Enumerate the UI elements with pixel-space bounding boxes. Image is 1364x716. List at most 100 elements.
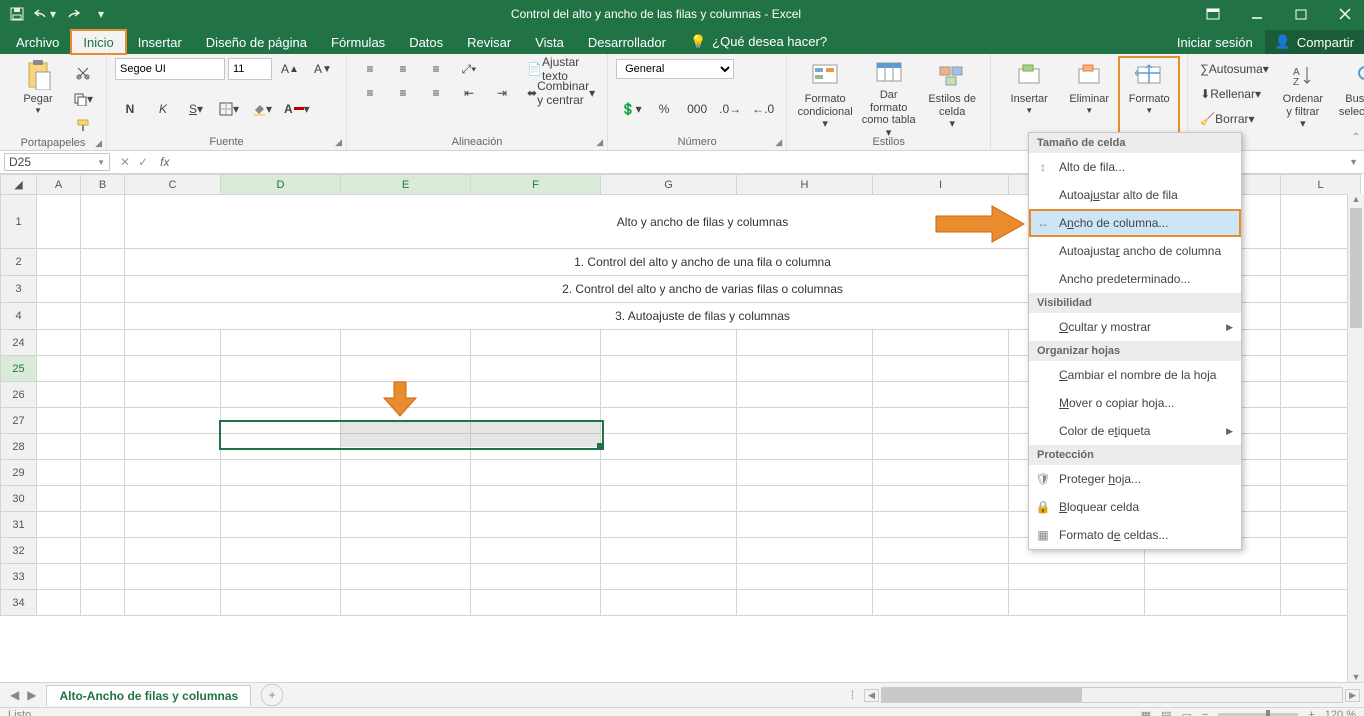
alignment-dialog-launcher[interactable]: ◢ xyxy=(596,137,603,148)
cell[interactable] xyxy=(471,512,601,538)
cell[interactable] xyxy=(341,486,471,512)
cell[interactable] xyxy=(601,434,737,460)
row-header[interactable]: 27 xyxy=(1,408,37,434)
cell[interactable] xyxy=(1145,590,1281,616)
delete-cells-button[interactable]: Eliminar▼ xyxy=(1059,57,1119,133)
cell[interactable] xyxy=(125,330,221,356)
cell[interactable] xyxy=(341,538,471,564)
cell[interactable] xyxy=(601,356,737,382)
zoom-in-button[interactable]: + xyxy=(1308,709,1314,716)
row-header[interactable]: 3 xyxy=(1,276,37,303)
insert-cells-button[interactable]: Insertar▼ xyxy=(999,57,1059,133)
new-sheet-button[interactable]: + xyxy=(261,684,283,706)
cell[interactable] xyxy=(341,564,471,590)
cell[interactable] xyxy=(125,382,221,408)
cell[interactable] xyxy=(471,564,601,590)
cell[interactable] xyxy=(471,382,601,408)
cell[interactable] xyxy=(873,434,1009,460)
cell[interactable] xyxy=(601,564,737,590)
sign-in[interactable]: Iniciar sesión xyxy=(1165,30,1265,54)
view-normal-button[interactable]: ▦ xyxy=(1141,709,1151,716)
cell[interactable] xyxy=(873,408,1009,434)
cell[interactable] xyxy=(737,512,873,538)
cell[interactable] xyxy=(81,408,125,434)
format-as-table-button[interactable]: Dar formato como tabla▾ xyxy=(855,57,922,133)
row-header[interactable]: 1 xyxy=(1,195,37,249)
cell[interactable] xyxy=(471,538,601,564)
col-header[interactable]: G xyxy=(601,175,737,195)
cell[interactable] xyxy=(81,249,125,276)
cell[interactable] xyxy=(873,564,1009,590)
cell[interactable] xyxy=(37,590,81,616)
view-page-layout-button[interactable]: ▤ xyxy=(1161,709,1171,716)
cell[interactable] xyxy=(81,303,125,330)
cell[interactable] xyxy=(737,434,873,460)
col-header[interactable]: A xyxy=(37,175,81,195)
cell[interactable] xyxy=(81,512,125,538)
cell[interactable] xyxy=(737,564,873,590)
menu-protect-sheet[interactable]: 🛡Proteger hoja... xyxy=(1029,465,1241,493)
orientation-button[interactable]: ⤢▾ xyxy=(454,57,484,81)
qat-customize[interactable]: ▾ xyxy=(90,3,112,25)
cell[interactable] xyxy=(873,460,1009,486)
decrease-indent-button[interactable]: ⇤ xyxy=(454,81,484,105)
row-header[interactable]: 34 xyxy=(1,590,37,616)
cell[interactable] xyxy=(737,538,873,564)
cell[interactable] xyxy=(601,382,737,408)
cell[interactable] xyxy=(737,356,873,382)
enter-formula-button[interactable]: ✓ xyxy=(138,155,148,169)
cell[interactable] xyxy=(221,330,341,356)
row-header[interactable]: 29 xyxy=(1,460,37,486)
cell[interactable] xyxy=(221,408,341,434)
cell[interactable] xyxy=(1145,564,1281,590)
format-cells-button[interactable]: Formato▼ xyxy=(1119,57,1179,133)
font-dialog-launcher[interactable]: ◢ xyxy=(335,137,342,148)
cell[interactable] xyxy=(1009,590,1145,616)
cell[interactable] xyxy=(601,512,737,538)
percent-format-button[interactable]: % xyxy=(649,97,679,121)
menu-default-width[interactable]: Ancho predeterminado... xyxy=(1029,265,1241,293)
cell[interactable] xyxy=(471,408,601,434)
minimize-button[interactable] xyxy=(1244,3,1270,25)
cell[interactable] xyxy=(37,538,81,564)
menu-row-height[interactable]: ↕Alto de fila... xyxy=(1029,153,1241,181)
decrease-decimal-button[interactable]: ←.0 xyxy=(748,97,778,121)
cell[interactable] xyxy=(221,590,341,616)
number-dialog-launcher[interactable]: ◢ xyxy=(775,137,782,148)
col-header[interactable]: L xyxy=(1281,175,1361,195)
cell[interactable] xyxy=(221,512,341,538)
cell[interactable] xyxy=(471,486,601,512)
row-header[interactable]: 2 xyxy=(1,249,37,276)
align-top-button[interactable]: ≡ xyxy=(355,57,385,81)
cell[interactable] xyxy=(37,408,81,434)
tab-file[interactable]: Archivo xyxy=(4,30,71,54)
vertical-scrollbar[interactable]: ▲ ▼ xyxy=(1347,194,1364,682)
row-header[interactable]: 24 xyxy=(1,330,37,356)
cell[interactable] xyxy=(37,460,81,486)
underline-button[interactable]: S▾ xyxy=(181,97,211,121)
col-header[interactable]: F xyxy=(471,175,601,195)
undo-button[interactable]: ▾ xyxy=(34,3,56,25)
col-header[interactable]: D xyxy=(221,175,341,195)
comma-format-button[interactable]: 000 xyxy=(682,97,712,121)
col-header[interactable]: I xyxy=(873,175,1009,195)
tab-page-layout[interactable]: Diseño de página xyxy=(194,30,319,54)
hscroll-right[interactable]: ▶ xyxy=(1345,689,1360,702)
fx-icon[interactable]: fx xyxy=(154,155,175,169)
copy-button[interactable]: ▾ xyxy=(68,87,98,111)
cell[interactable] xyxy=(873,330,1009,356)
cell[interactable] xyxy=(471,460,601,486)
cell[interactable] xyxy=(873,590,1009,616)
row-header[interactable]: 31 xyxy=(1,512,37,538)
horizontal-scrollbar[interactable] xyxy=(881,687,1343,703)
align-middle-button[interactable]: ≡ xyxy=(388,57,418,81)
col-header[interactable]: H xyxy=(737,175,873,195)
accounting-format-button[interactable]: 💲▾ xyxy=(616,97,646,121)
tab-formulas[interactable]: Fórmulas xyxy=(319,30,397,54)
cell[interactable] xyxy=(81,564,125,590)
cell[interactable] xyxy=(37,382,81,408)
increase-font-button[interactable]: A▲ xyxy=(275,57,305,81)
font-size-input[interactable] xyxy=(228,58,272,80)
zoom-out-button[interactable]: − xyxy=(1202,709,1208,716)
cell[interactable] xyxy=(737,408,873,434)
